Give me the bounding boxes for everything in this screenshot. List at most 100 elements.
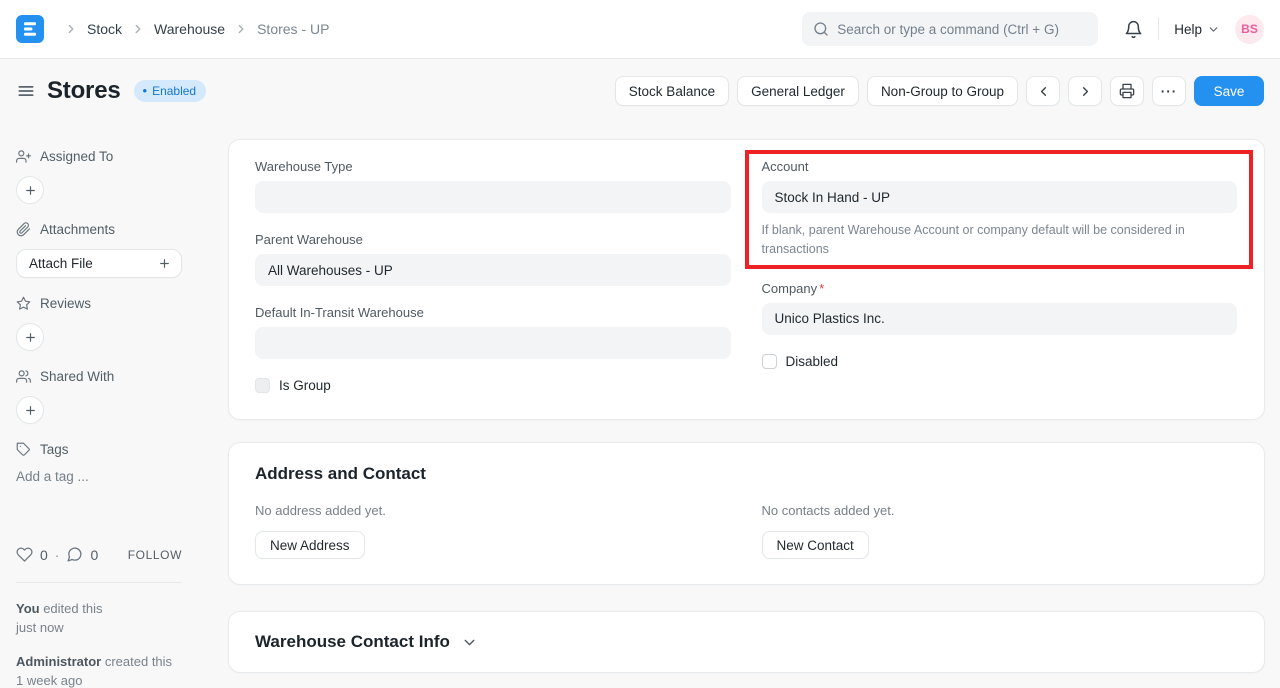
default-in-transit-field-group: Default In-Transit Warehouse [255,305,731,359]
avatar[interactable]: BS [1235,15,1264,44]
page-actions: Stock Balance General Ledger Non-Group t… [615,76,1264,106]
search-input[interactable] [837,22,1087,37]
breadcrumb-stock[interactable]: Stock [87,21,122,37]
add-assignment-button[interactable] [16,176,44,204]
chevron-down-icon [461,634,478,651]
status-badge-label: Enabled [152,84,196,98]
created-meta: Administrator created this 1 week ago [16,653,182,688]
reviews-header: Reviews [16,296,182,311]
breadcrumb-warehouse[interactable]: Warehouse [154,21,225,37]
prev-record-button[interactable] [1026,76,1060,106]
disabled-checkbox[interactable] [762,354,777,369]
help-menu[interactable]: Help [1174,22,1220,37]
attachments-section: Attachments Attach File [16,222,182,278]
attachments-header: Attachments [16,222,182,237]
paperclip-icon [16,222,31,237]
warehouse-type-label: Warehouse Type [255,159,731,174]
address-column: No address added yet. New Address [255,503,731,559]
user-plus-icon [16,149,31,164]
warehouse-type-field-group: Warehouse Type [255,159,731,213]
chevron-down-icon [1207,23,1220,36]
print-button[interactable] [1110,76,1144,106]
disabled-label: Disabled [786,354,839,369]
address-contact-card: Address and Contact No address added yet… [228,442,1265,585]
sidebar-toggle-icon[interactable] [16,81,36,101]
star-icon [16,296,31,311]
chevron-right-icon [64,22,78,36]
contact-column: No contacts added yet. New Contact [762,503,1238,559]
created-time: 1 week ago [16,673,83,688]
page-title: Stores [47,77,121,105]
chevron-right-icon [234,22,248,36]
more-menu-button[interactable]: ··· [1152,76,1186,106]
new-address-button[interactable]: New Address [255,531,365,559]
comment-icon[interactable] [66,546,83,563]
no-address-text: No address added yet. [255,503,731,518]
breadcrumb-current: Stores - UP [257,21,329,37]
general-ledger-button[interactable]: General Ledger [737,76,859,106]
add-tag-input[interactable]: Add a tag ... [16,469,182,484]
navbar-divider [1158,18,1159,40]
is-group-label: Is Group [279,378,331,393]
created-action: created this [101,654,172,669]
warehouse-type-input[interactable] [255,181,731,213]
warehouse-contact-info-title: Warehouse Contact Info [255,632,450,652]
details-card: Warehouse Type Parent Warehouse Default … [228,139,1265,420]
tag-icon [16,442,31,457]
parent-warehouse-field-group: Parent Warehouse [255,232,731,286]
engagement-row: 0 · 0 FOLLOW [16,546,182,563]
account-input[interactable] [762,181,1238,213]
parent-warehouse-input[interactable] [255,254,731,286]
search-bar[interactable] [802,12,1098,46]
save-button[interactable]: Save [1194,76,1264,106]
edited-time: just now [16,620,64,635]
plus-icon [158,257,171,270]
non-group-to-group-button[interactable]: Non-Group to Group [867,76,1018,106]
warehouse-contact-info-card[interactable]: Warehouse Contact Info [228,611,1265,673]
page-head: Stores • Enabled Stock Balance General L… [0,59,1280,118]
default-in-transit-input[interactable] [255,327,731,359]
new-contact-button[interactable]: New Contact [762,531,869,559]
is-group-checkbox-row: Is Group [255,378,731,393]
users-icon [16,369,31,384]
follow-button[interactable]: FOLLOW [128,548,182,562]
attach-file-button[interactable]: Attach File [16,249,182,278]
navbar: Stock Warehouse Stores - UP Help BS [0,0,1280,59]
address-contact-grid: No address added yet. New Address No con… [255,503,1237,559]
stock-balance-button[interactable]: Stock Balance [615,76,729,106]
tags-section: Tags Add a tag ... [16,442,182,484]
notifications-bell-icon[interactable] [1124,20,1143,39]
assigned-to-section: Assigned To [16,149,182,204]
parent-warehouse-label: Parent Warehouse [255,232,731,247]
account-description: If blank, parent Warehouse Account or co… [762,221,1238,260]
no-contacts-text: No contacts added yet. [762,503,1238,518]
attach-file-label: Attach File [29,256,93,271]
assigned-to-label: Assigned To [40,149,113,164]
next-record-button[interactable] [1068,76,1102,106]
company-input[interactable] [762,303,1238,335]
shared-with-header: Shared With [16,369,182,384]
dot-separator: · [55,547,60,563]
details-right-column: Account If blank, parent Warehouse Accou… [762,159,1238,409]
reviews-label: Reviews [40,296,91,311]
required-asterisk: * [819,281,824,296]
add-review-button[interactable] [16,323,44,351]
app-logo-icon[interactable] [16,15,44,43]
is-group-checkbox[interactable] [255,378,270,393]
edited-by: You [16,601,40,616]
heart-icon[interactable] [16,546,33,563]
account-field-group: Account If blank, parent Warehouse Accou… [762,159,1238,260]
status-badge: • Enabled [134,80,207,102]
company-field-group: Company* [762,281,1238,335]
company-label: Company* [762,281,1238,296]
navbar-right: Help BS [1124,15,1264,44]
tags-header: Tags [16,442,182,457]
details-left-column: Warehouse Type Parent Warehouse Default … [255,159,731,409]
comments-count: 0 [90,547,98,563]
edited-action: edited this [40,601,103,616]
add-share-button[interactable] [16,396,44,424]
details-grid: Warehouse Type Parent Warehouse Default … [255,159,1237,409]
edited-meta: You edited this just now [16,600,182,638]
tags-label: Tags [40,442,69,457]
address-contact-title: Address and Contact [255,464,1237,484]
